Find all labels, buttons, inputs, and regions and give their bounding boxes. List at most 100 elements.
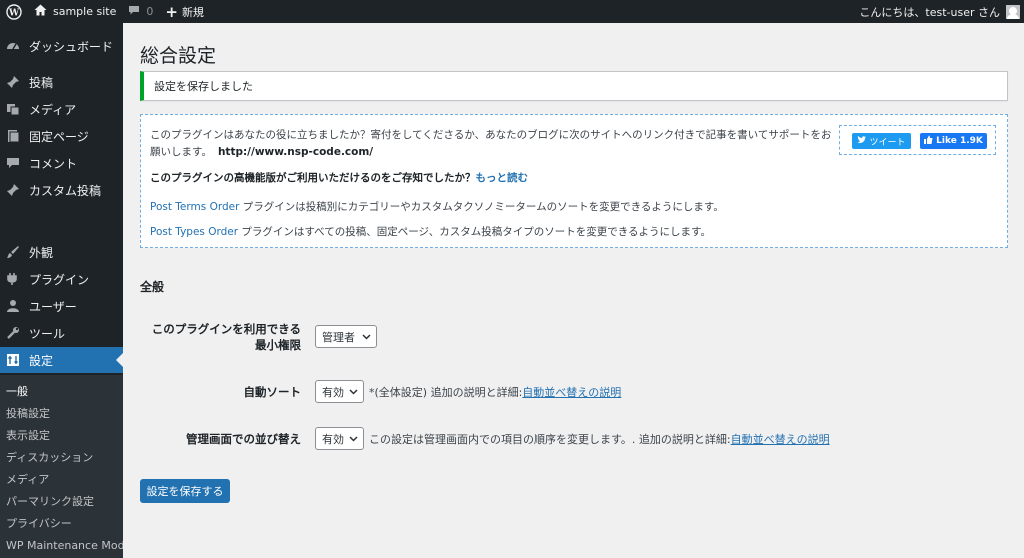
sidebar-item-label: 設定: [29, 353, 54, 368]
pin-icon: [5, 182, 21, 198]
submenu-item-privacy[interactable]: プライバシー: [0, 512, 123, 534]
admin-sidebar: ダッシュボード 投稿 メディア 固定ページ コメント カスタム投稿 外観 プラグ…: [0, 23, 123, 558]
sidebar-item-label: ユーザー: [29, 299, 77, 314]
brush-icon: [5, 244, 21, 260]
admin-sort-description: この設定は管理画面内での項目の順序を変更します。. 追加の説明と詳細:自動並べ替…: [369, 431, 830, 447]
admin-bar: W sample site 0 + 新規 こんにちは、test-user さん: [0, 0, 1024, 23]
site-name-link[interactable]: sample site: [28, 0, 122, 23]
comment-icon: [5, 155, 21, 171]
submenu-item-permalink[interactable]: パーマリンク設定: [0, 490, 123, 512]
promo-support-text: このプラグインはあなたの役に立ちましたか？寄付をしてくださるか、あなたのブログに…: [150, 127, 840, 161]
avatar: [1006, 4, 1020, 19]
promo-terms-order: Post Terms Order プラグインは投稿別にカテゴリーやカスタムタクソ…: [150, 199, 724, 214]
home-icon: [34, 4, 47, 19]
chevron-down-icon: [362, 330, 371, 347]
sidebar-item-label: 外観: [29, 245, 54, 260]
svg-text:W: W: [8, 8, 20, 18]
admin-sort-value: 有効: [322, 432, 344, 446]
new-content-link[interactable]: + 新規: [159, 0, 210, 23]
admin-sort-label: 管理画面での並び替え: [186, 432, 301, 446]
read-more-link[interactable]: もっと読む: [476, 172, 529, 184]
main-content: 総合設定 設定を保存しました このプラグインはあなたの役に立ちましたか？寄付をし…: [123, 23, 1024, 558]
sidebar-item-label: 投稿: [29, 75, 54, 90]
user-icon: [5, 298, 21, 314]
facebook-like-button[interactable]: Like 1.9K: [920, 133, 987, 149]
promo-pro-text: このプラグインの高機能版がご利用いただけるのをご存知でしたか？もっと読む: [150, 170, 528, 185]
page-title: 総合設定: [140, 45, 217, 67]
sidebar-item-label: プラグイン: [29, 272, 90, 287]
save-settings-button[interactable]: 設定を保存する: [140, 479, 230, 503]
tweet-label: ツイート: [869, 137, 906, 148]
submenu-item-media[interactable]: メディア: [0, 468, 123, 490]
section-title-general: 全般: [140, 280, 165, 294]
pin-icon: [5, 74, 21, 90]
autosort-value: 有効: [322, 385, 344, 399]
like-label: Like 1.9K: [936, 136, 983, 146]
dashboard-icon: [5, 38, 21, 54]
promo-types-order: Post Types Order プラグインはすべての投稿、固定ページ、カスタム…: [150, 224, 711, 239]
sidebar-item-label: メディア: [29, 102, 77, 117]
promo-terms-order-text: プラグインは投稿別にカテゴリーやカスタムタクソノミータームのソートを変更できるよ…: [239, 201, 724, 213]
sidebar-item-media[interactable]: メディア: [0, 96, 123, 122]
chevron-down-icon: [349, 432, 358, 449]
wordpress-logo-icon[interactable]: W: [0, 0, 28, 23]
post-terms-order-link[interactable]: Post Terms Order: [150, 201, 239, 213]
settings-icon: [5, 352, 21, 368]
sidebar-item-custom-posts[interactable]: カスタム投稿: [0, 177, 123, 203]
autosort-description: *(全体設定) 追加の説明と詳細:自動並べ替えの説明: [369, 384, 621, 400]
comment-icon: [128, 5, 140, 19]
new-label: 新規: [181, 5, 204, 19]
chevron-down-icon: [349, 385, 358, 402]
sidebar-item-dashboard[interactable]: ダッシュボード: [0, 33, 123, 59]
notice-text: 設定を保存しました: [154, 80, 253, 93]
sidebar-item-users[interactable]: ユーザー: [0, 293, 123, 319]
post-types-order-link[interactable]: Post Types Order: [150, 226, 238, 238]
autosort-desc-text: *(全体設定) 追加の説明と詳細:: [369, 386, 523, 399]
admin-sort-desc-text: この設定は管理画面内での項目の順序を変更します。. 追加の説明と詳細:: [369, 433, 731, 446]
page-icon: [5, 128, 21, 144]
submenu-item-writing[interactable]: 投稿設定: [0, 402, 123, 424]
sidebar-item-plugins[interactable]: プラグイン: [0, 266, 123, 292]
media-icon: [5, 101, 21, 117]
sidebar-item-tools[interactable]: ツール: [0, 320, 123, 346]
submenu-item-maintenance[interactable]: WP Maintenance Mode: [0, 534, 123, 556]
sidebar-item-label: ツール: [29, 326, 66, 341]
sidebar-item-pages[interactable]: 固定ページ: [0, 123, 123, 149]
promo-pro-message: このプラグインの高機能版がご利用いただけるのをご存知でしたか？: [150, 172, 476, 184]
sidebar-item-label: 固定ページ: [29, 129, 89, 144]
account-menu[interactable]: こんにちは、test-user さん: [859, 0, 1020, 23]
sidebar-item-label: カスタム投稿: [29, 183, 102, 198]
min-level-select[interactable]: 管理者: [315, 325, 377, 348]
site-name: sample site: [53, 5, 117, 18]
promo-types-order-text: プラグインはすべての投稿、固定ページ、カスタム投稿タイプのソートを変更できるよう…: [238, 226, 711, 238]
wrench-icon: [5, 325, 21, 341]
sidebar-item-posts[interactable]: 投稿: [0, 69, 123, 95]
admin-sort-select[interactable]: 有効: [315, 427, 364, 450]
sidebar-item-settings[interactable]: 設定: [0, 347, 123, 373]
thumbs-up-icon: [924, 135, 933, 147]
success-notice: 設定を保存しました: [140, 71, 1008, 101]
submenu-item-discussion[interactable]: ディスカッション: [0, 446, 123, 468]
greeting: こんにちは、test-user さん: [859, 5, 1000, 19]
plugin-promo-box: このプラグインはあなたの役に立ちましたか？寄付をしてくださるか、あなたのブログに…: [140, 114, 1008, 248]
sidebar-item-label: ダッシュボード: [29, 39, 114, 54]
min-level-label: このプラグインを利用できる最小権限: [151, 322, 301, 352]
plugin-icon: [5, 271, 21, 287]
submenu-item-reading[interactable]: 表示設定: [0, 424, 123, 446]
admin-sort-help-link[interactable]: 自動並べ替えの説明: [731, 433, 830, 446]
social-buttons: ツイート Like 1.9K: [839, 125, 996, 155]
settings-submenu: 一般 投稿設定 表示設定 ディスカッション メディア パーマリンク設定 プライバ…: [0, 375, 123, 558]
autosort-help-link[interactable]: 自動並べ替えの説明: [522, 386, 621, 399]
comments-link[interactable]: 0: [122, 0, 159, 23]
comments-count: 0: [146, 5, 154, 18]
promo-url: http://www.nsp-code.com/: [217, 146, 374, 158]
sidebar-item-label: コメント: [29, 156, 78, 171]
twitter-bird-icon: [857, 135, 867, 147]
submenu-item-general[interactable]: 一般: [0, 380, 123, 402]
min-level-value: 管理者: [322, 330, 355, 344]
plus-icon: +: [165, 2, 178, 21]
autosort-select[interactable]: 有効: [315, 380, 364, 403]
sidebar-item-comments[interactable]: コメント: [0, 150, 123, 176]
tweet-button[interactable]: ツイート: [852, 133, 911, 149]
sidebar-item-appearance[interactable]: 外観: [0, 239, 123, 265]
